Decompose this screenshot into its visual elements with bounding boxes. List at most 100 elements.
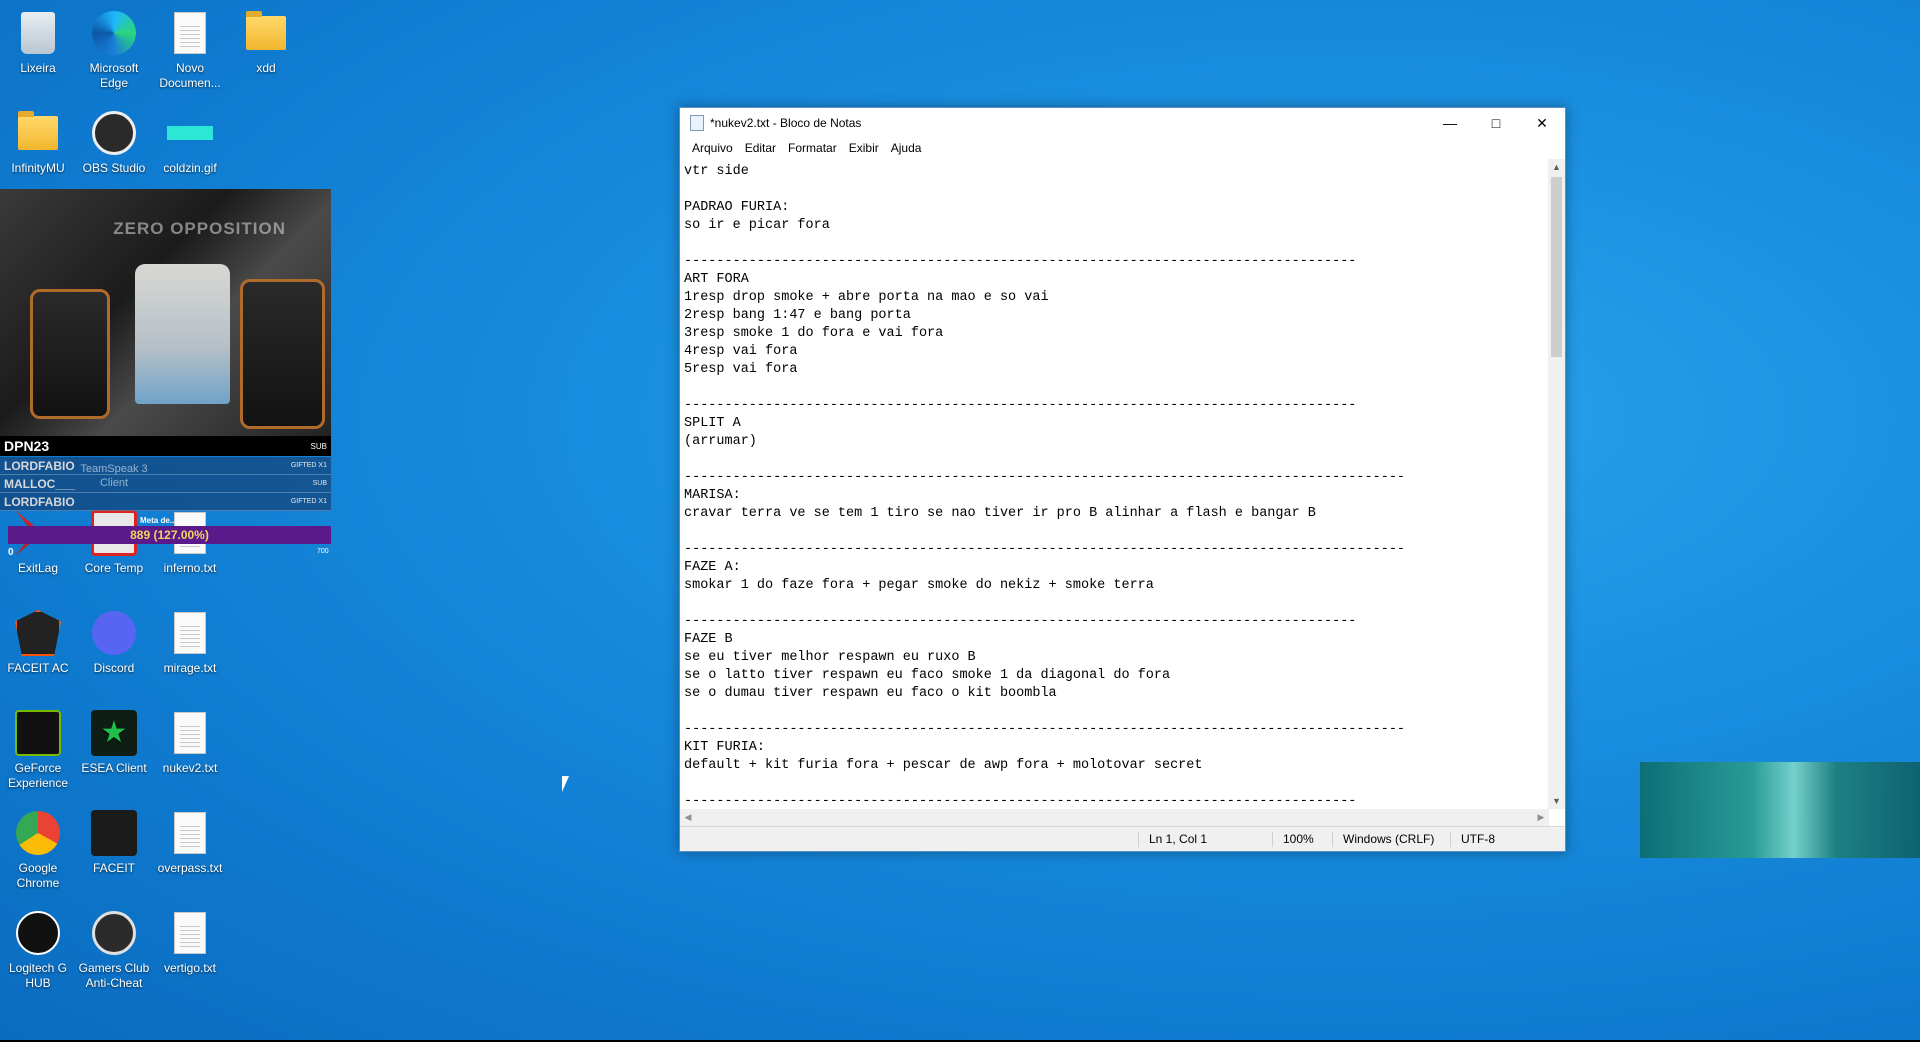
mouse-pointer-icon (562, 776, 569, 792)
menu-arquivo[interactable]: Arquivo (686, 141, 739, 155)
goal-max: 700 (317, 548, 329, 555)
desktop-icon[interactable]: mirage.txt (154, 608, 226, 676)
desktop-icon[interactable]: Logitech G HUB (2, 908, 74, 991)
goal-label: Meta de... (140, 516, 177, 525)
text-document-icon (165, 808, 215, 858)
text-line: FAZE B (684, 632, 733, 647)
text-line (684, 523, 1545, 541)
teamspeak-label[interactable]: TeamSpeak 3 Client (78, 462, 150, 490)
text-line: ----------------------------------------… (684, 794, 1357, 809)
stream-top-sub-row: DPN23 SUB (0, 436, 331, 456)
text-line: KIT FURIA: (684, 740, 766, 755)
scrollbar-thumb[interactable] (1551, 177, 1562, 357)
scroll-left-arrow-icon[interactable]: ◀ (680, 809, 696, 826)
title-bar[interactable]: *nukev2.txt - Bloco de Notas — □ ✕ (680, 108, 1565, 138)
text-line (684, 703, 1545, 721)
text-line: SPLIT A (684, 416, 741, 431)
desktop-icon[interactable]: Gamers Club Anti-Cheat (78, 908, 150, 991)
discord-icon (89, 608, 139, 658)
goal-progress-bar: 889 (127.00%) (8, 526, 331, 544)
text-line (684, 181, 1545, 199)
text-document-icon (165, 708, 215, 758)
desktop-icon-label: Novo Documen... (159, 61, 221, 90)
desktop-icon[interactable]: xdd (230, 8, 302, 76)
text-line: 5resp vai fora (684, 362, 798, 377)
window-title: *nukev2.txt - Bloco de Notas (710, 116, 862, 130)
desktop-icon-label: vertigo.txt (163, 961, 217, 975)
desktop-icon[interactable]: Novo Documen... (154, 8, 226, 91)
desktop-icon-label: nukev2.txt (162, 761, 218, 775)
desktop-icon[interactable]: Discord (78, 608, 150, 676)
vertical-scrollbar[interactable]: ▲ ▼ (1548, 159, 1565, 809)
text-editor-area[interactable]: vtr side PADRAO FURIA: so ir e picar fora -… (680, 159, 1549, 809)
teamspeak-label-text: TeamSpeak 3 Client (80, 463, 148, 489)
text-line: so ir e picar fora (684, 218, 830, 233)
obs-icon (89, 108, 139, 158)
top-sub-name: DPN23 (4, 438, 50, 454)
top-sub-tag: SUB (310, 441, 327, 451)
text-line (684, 235, 1545, 253)
desktop-icon-label: OBS Studio (82, 161, 146, 175)
desktop-icon[interactable]: GeForce Experience (2, 708, 74, 791)
desktop-icon-label: coldzin.gif (163, 161, 217, 175)
gif-icon (165, 108, 215, 158)
notepad-icon (690, 115, 704, 131)
desktop-icon-label: Discord (93, 661, 135, 675)
sub-row: MALLOC___ SUB (0, 475, 331, 493)
text-line: MARISA: (684, 488, 741, 503)
scroll-up-arrow-icon[interactable]: ▲ (1548, 159, 1565, 175)
geforce-icon (13, 708, 63, 758)
desktop-icon[interactable]: coldzin.gif (154, 108, 226, 176)
desktop-icon-label: GeForce Experience (7, 761, 69, 790)
notepad-window[interactable]: *nukev2.txt - Bloco de Notas — □ ✕ Arqui… (679, 107, 1566, 852)
text-line: PADRAO FURIA: (684, 200, 790, 215)
text-line: se eu tiver melhor respawn eu ruxo B (684, 650, 976, 665)
text-line: (arrumar) (684, 434, 757, 449)
desktop-icon[interactable]: ★ ESEA Client (78, 708, 150, 776)
desktop-icon-label: inferno.txt (163, 561, 217, 575)
menu-bar: Arquivo Editar Formatar Exibir Ajuda (680, 138, 1565, 158)
desktop-icon-label: mirage.txt (163, 661, 217, 675)
minimize-button[interactable]: — (1427, 108, 1473, 138)
chrome-icon (13, 808, 63, 858)
menu-editar[interactable]: Editar (739, 141, 782, 155)
text-line: 1resp drop smoke + abre porta na mao e s… (684, 290, 1049, 305)
close-button[interactable]: ✕ (1519, 108, 1565, 138)
desktop-icon[interactable]: InfinityMU (2, 108, 74, 176)
text-line (684, 775, 1545, 793)
desktop-icon-label: Lixeira (20, 61, 56, 75)
maximize-button[interactable]: □ (1473, 108, 1519, 138)
logitech-icon (13, 908, 63, 958)
desktop-icon[interactable]: FACEIT AC (2, 608, 74, 676)
goal-value: 889 (127.00%) (130, 528, 209, 542)
faceit-ac-icon (13, 608, 63, 658)
desktop-icon[interactable]: FACEIT (78, 808, 150, 876)
menu-ajuda[interactable]: Ajuda (885, 141, 928, 155)
goal-min: 0 (8, 547, 14, 558)
gaming-chair-right (240, 279, 325, 429)
sub-tag: GIFTED X1 (290, 498, 327, 505)
desktop-icon-label: Microsoft Edge (89, 61, 139, 90)
scroll-down-arrow-icon[interactable]: ▼ (1548, 793, 1565, 809)
menu-exibir[interactable]: Exibir (843, 141, 885, 155)
desktop-icon[interactable]: overpass.txt (154, 808, 226, 876)
text-line: ----------------------------------------… (684, 542, 1406, 557)
scroll-right-arrow-icon[interactable]: ▶ (1533, 809, 1549, 826)
desktop-icon[interactable]: Lixeira (2, 8, 74, 76)
text-line: se o latto tiver respawn eu faco smoke 1… (684, 668, 1171, 683)
desktop-icon[interactable]: Google Chrome (2, 808, 74, 891)
text-line: ----------------------------------------… (684, 254, 1357, 269)
desktop-icon[interactable]: nukev2.txt (154, 708, 226, 776)
menu-formatar[interactable]: Formatar (782, 141, 843, 155)
desktop-icon[interactable]: OBS Studio (78, 108, 150, 176)
horizontal-scrollbar[interactable]: ◀ ▶ (680, 809, 1549, 826)
desktop-icon-label: FACEIT AC (7, 661, 69, 675)
desktop-icon[interactable]: Microsoft Edge (78, 8, 150, 91)
sub-row: LORDFABIO GIFTED X1 (0, 457, 331, 475)
text-line: default + kit furia fora + pescar de awp… (684, 758, 1203, 773)
text-line: ----------------------------------------… (684, 722, 1406, 737)
gaming-chair-left (30, 289, 110, 419)
desktop-icon[interactable]: vertigo.txt (154, 908, 226, 976)
status-bar: Ln 1, Col 1 100% Windows (CRLF) UTF-8 (680, 826, 1565, 851)
desktop-icon-label: Logitech G HUB (8, 961, 68, 990)
